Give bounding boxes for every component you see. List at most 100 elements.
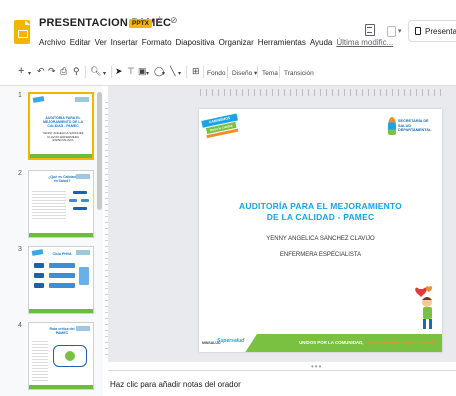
toolbar: + ▾ ↶ ↷ ⎙ ⚲ 🔍︎ ▾ ➤ ⊤ ▣ ▾ ◯ ▾ ╲ ▾ ⊞ Fondo… (0, 58, 456, 86)
thumb-footer (29, 309, 93, 313)
toolbar-divider (85, 66, 86, 78)
present-label: Presentar (425, 26, 456, 36)
chevron-down-icon: ▾ (398, 28, 402, 35)
thumb-footer (29, 385, 93, 389)
supersalud-logo: Supersalud (217, 338, 245, 344)
footer-slogan: UNIDOS POR LA COMUNIDAD, CON HUMANIZACIÓ… (299, 340, 435, 345)
thumb-logo (76, 174, 90, 179)
paint-format-icon[interactable]: ⚲ (73, 64, 80, 78)
slogan-part-2: CON HUMANIZACIÓN Y CALIDAD (364, 340, 436, 345)
thumb-diagram-block (69, 199, 77, 202)
menu-insertar[interactable]: Insertar (111, 38, 138, 47)
comment-add-icon[interactable]: ⊞ (192, 64, 200, 78)
select-cursor-icon[interactable]: ➤ (115, 64, 123, 78)
thumb-footer (30, 154, 92, 158)
current-slide[interactable]: CAMINEMOS JUNTOS Hacia la Calidad SECRET… (199, 109, 442, 352)
redo-icon[interactable]: ↷ (48, 64, 56, 78)
layout-button[interactable]: Diseño ▾ (232, 67, 257, 81)
presenter-name[interactable]: YENNY ANGELICA SANCHEZ CLAVIJO (239, 236, 402, 242)
slide-title[interactable]: AUDITORÍA PARA EL MEJORAMIENTO DE LA CAL… (239, 201, 402, 223)
slides-app: PRESENTACION PAMEC PPTX ☆ ⊘ Archivo Edit… (0, 0, 456, 396)
menu-bar: Archivo Editar Ver Insertar Formato Diap… (39, 38, 393, 47)
thumb-diagram-block (65, 351, 75, 361)
slide-number: 1 (18, 92, 22, 99)
menu-organizar[interactable]: Organizar (219, 38, 254, 47)
thumb-diagram-block (49, 283, 75, 288)
thumb-diagram-block (34, 283, 44, 288)
thumb-diagram-block (49, 273, 75, 278)
comments-icon[interactable] (365, 24, 375, 36)
slideshow-icon (387, 25, 396, 37)
thumb-diagram-block (81, 199, 89, 202)
thumb-diagram-block (73, 207, 87, 210)
zoom-caret-icon[interactable]: ▾ (103, 67, 106, 81)
menu-formato[interactable]: Formato (142, 38, 172, 47)
toolbar-divider (279, 66, 280, 78)
child-illustration-icon (415, 286, 433, 329)
menu-ver[interactable]: Ver (95, 38, 107, 47)
new-slide-caret-icon[interactable]: ▾ (28, 67, 31, 81)
thumb-title: ¿Qué es Calidad en Salud? (48, 175, 76, 183)
slide-thumbnail-4[interactable]: Ruta crítica del PAMEC (28, 322, 94, 390)
menu-diapositiva[interactable]: Diapositiva (176, 38, 215, 47)
filmstrip-scrollbar[interactable] (97, 92, 102, 210)
slide-thumbnail-1[interactable]: AUDITORÍA PARA EL MEJORAMIENTO DE LA CAL… (28, 92, 94, 160)
logo-text: SECRETARÍA DE SALUD DEPARTAMENTAL (398, 119, 432, 132)
thumb-logo (75, 97, 89, 102)
menu-editar[interactable]: Editar (70, 38, 91, 47)
transition-button[interactable]: Transición (284, 67, 314, 81)
cloud-status-icon[interactable]: ⊘ (170, 15, 178, 26)
toolbar-divider (186, 66, 187, 78)
slide-number: 3 (18, 246, 22, 253)
campaign-banner: CAMINEMOS JUNTOS Hacia la Calidad (201, 113, 240, 140)
file-format-badge: PPTX (129, 19, 152, 28)
present-button[interactable]: Presentar (408, 20, 456, 42)
secretariat-logo-icon (388, 117, 396, 135)
speaker-notes-placeholder[interactable]: Haz clic para añadir notas del orador (110, 380, 241, 389)
thumb-footer (29, 233, 93, 237)
menu-archivo[interactable]: Archivo (39, 38, 66, 47)
slogan-part-1: UNIDOS POR LA COMUNIDAD, (299, 340, 365, 345)
thumb-diagram-block (79, 267, 89, 285)
thumb-banner (32, 96, 45, 103)
theme-button[interactable]: Tema (262, 67, 278, 81)
zoom-icon[interactable]: 🔍︎ (90, 64, 101, 78)
line-caret-icon[interactable]: ▾ (178, 67, 181, 81)
toolbar-divider (111, 66, 112, 78)
shape-caret-icon[interactable]: ▾ (162, 67, 165, 81)
presenter-role[interactable]: ENFERMERA ESPECIALISTA (239, 252, 402, 258)
horizontal-ruler (200, 89, 443, 96)
last-edit-link[interactable]: Última modific... (336, 38, 393, 47)
menu-herramientas[interactable]: Herramientas (258, 38, 306, 47)
health-secretariat-logo: SECRETARÍA DE SALUD DEPARTAMENTAL (388, 117, 432, 139)
background-button[interactable]: Fondo (207, 67, 225, 81)
slide-thumbnail-3[interactable]: Ciclo PHVA (28, 246, 94, 314)
star-icon[interactable]: ☆ (155, 15, 164, 26)
toolbar-divider (257, 66, 258, 78)
thumb-paragraph (32, 189, 66, 219)
line-icon[interactable]: ╲ (170, 64, 175, 78)
thumb-paragraph (32, 341, 48, 381)
thumb-title: AUDITORÍA PARA EL MEJORAMIENTO DE LA CAL… (43, 116, 83, 128)
thumb-diagram-block (34, 273, 44, 278)
text-box-icon[interactable]: ⊤ (127, 64, 135, 78)
slide-footer: MINSALUD Supersalud UNIDOS POR LA COMUNI… (199, 334, 442, 352)
new-slide-plus-icon[interactable]: + (18, 64, 24, 78)
thumb-subtitle: YENNY ANGELICA SANCHEZ CLAVIJO ENFERMERA… (42, 131, 84, 142)
thumb-diagram-block (34, 263, 44, 268)
print-icon[interactable]: ⎙ (60, 64, 67, 78)
thumb-diagram-block (73, 191, 87, 194)
present-options-button[interactable]: ▾ (387, 24, 405, 38)
thumb-title: Ciclo PHVA (52, 252, 72, 256)
thumb-title: Ruta crítica del PAMEC (49, 327, 75, 335)
thumb-diagram-block (49, 263, 75, 268)
slide-number: 2 (18, 170, 22, 177)
slide-number: 4 (18, 322, 22, 329)
menu-ayuda[interactable]: Ayuda (310, 38, 333, 47)
thumb-logo (76, 326, 90, 331)
image-caret-icon[interactable]: ▾ (146, 67, 149, 81)
slides-logo-icon[interactable] (14, 20, 30, 44)
slide-thumbnail-2[interactable]: ¿Qué es Calidad en Salud? (28, 170, 94, 238)
toolbar-divider (203, 66, 204, 78)
undo-icon[interactable]: ↶ (37, 64, 45, 78)
